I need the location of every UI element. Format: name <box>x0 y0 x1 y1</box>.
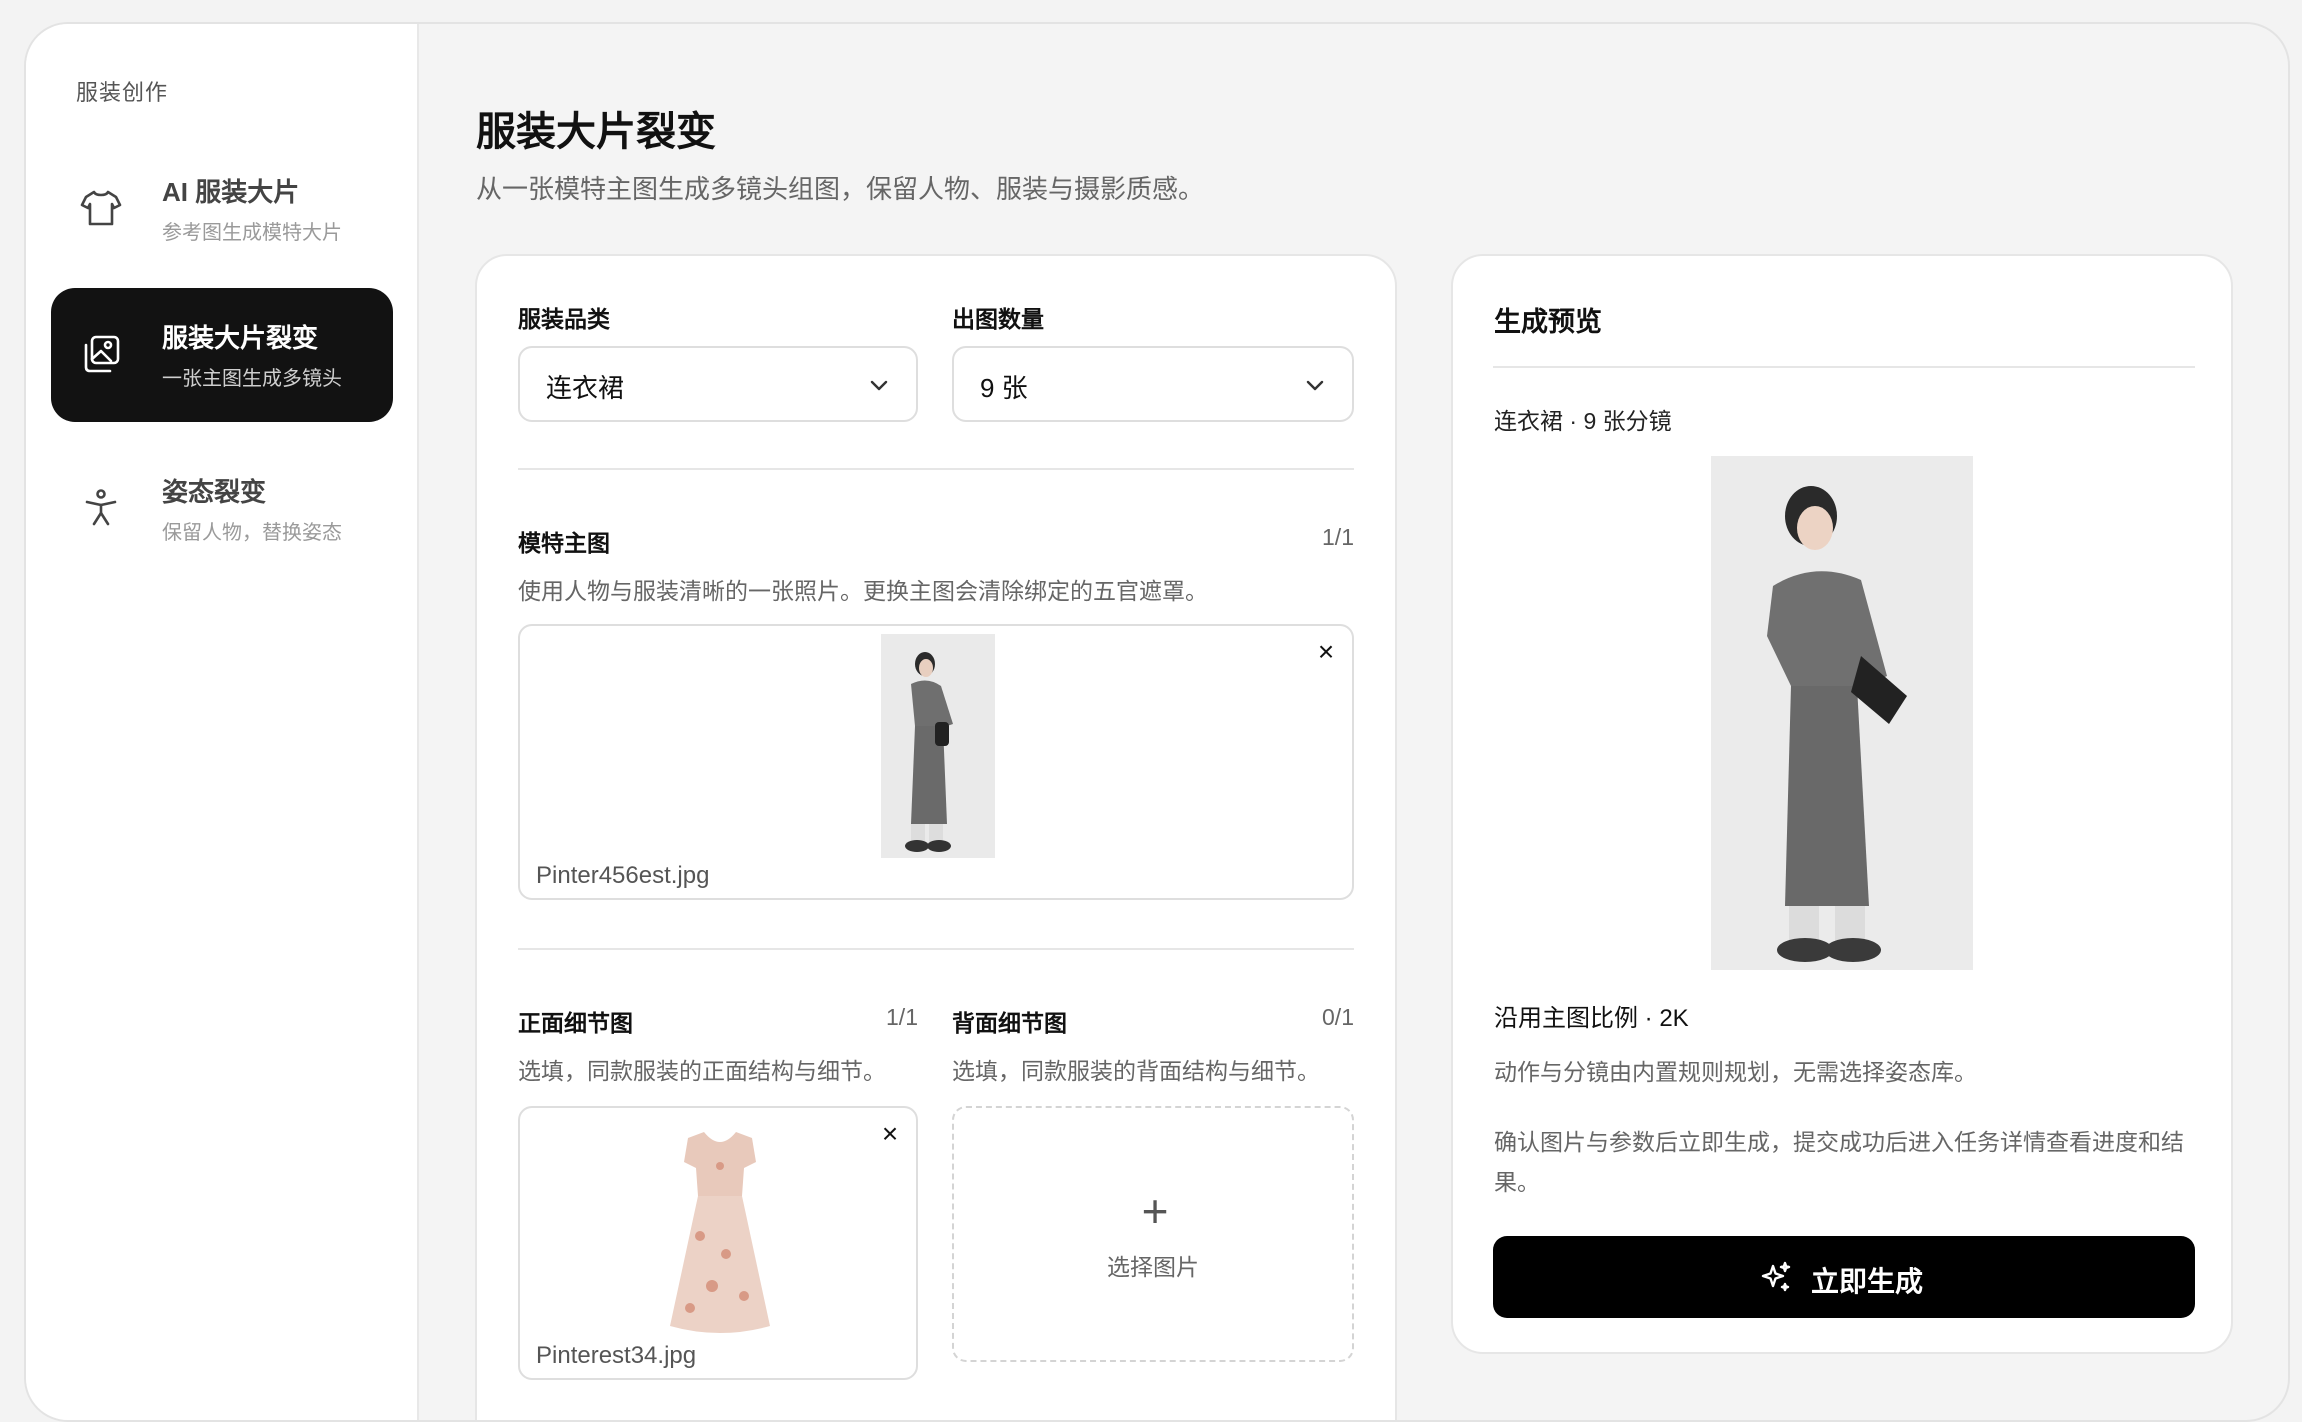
generate-label: 立即生成 <box>1811 1266 1924 1297</box>
sidebar-item-title: 姿态裂变 <box>162 477 267 507</box>
chevron-down-icon <box>1304 374 1326 396</box>
divider <box>518 468 1354 470</box>
sidebar-item-subtitle: 保留人物，替换姿态 <box>162 522 342 544</box>
category-select[interactable]: 连衣裙 <box>518 346 918 422</box>
front-detail-label: 正面细节图 <box>518 1010 633 1036</box>
main-image-upload[interactable]: × Pinter456est.jpg <box>518 624 1354 900</box>
main-image-file-name: Pinter456est.jpg <box>536 862 710 889</box>
settings-card: 服装品类 连衣裙 出图数量 9 张 模特主图 1/1 使用人物与服装清晰的一张照… <box>475 254 1397 1420</box>
preview-image <box>1711 456 1973 970</box>
preview-summary: 连衣裙 · 9 张分镜 <box>1494 408 1672 434</box>
sidebar-item-title: AI 服装大片 <box>162 177 300 207</box>
front-detail-file-name: Pinterest34.jpg <box>536 1342 697 1369</box>
person-icon <box>77 484 125 532</box>
model-photo-thumbnail <box>881 634 995 858</box>
quantity-select[interactable]: 9 张 <box>952 346 1354 422</box>
front-detail-hint: 选填，同款服装的正面结构与细节。 <box>518 1058 886 1084</box>
main-image-hint: 使用人物与服装清晰的一张照片。更换主图会清除绑定的五官遮罩。 <box>518 578 1208 604</box>
back-detail-hint: 选填，同款服装的背面结构与细节。 <box>952 1058 1320 1084</box>
back-detail-label: 背面细节图 <box>952 1010 1067 1036</box>
sidebar-item-subtitle: 一张主图生成多镜头 <box>162 368 342 390</box>
sidebar-section-title: 服装创作 <box>76 80 169 105</box>
generate-button[interactable]: 立即生成 <box>1493 1236 2195 1318</box>
sidebar-item-pose-fission[interactable]: 姿态裂变 保留人物，替换姿态 <box>51 442 393 576</box>
sidebar-item-ai-fashion[interactable]: AI 服装大片 参考图生成模特大片 <box>51 142 393 276</box>
dress-photo-thumbnail <box>660 1126 780 1340</box>
page-title: 服装大片裂变 <box>476 110 716 154</box>
tshirt-icon <box>77 184 125 232</box>
preview-note-submit: 确认图片与参数后立即生成，提交成功后进入任务详情查看进度和结果。 <box>1494 1129 2184 1195</box>
select-image-label: 选择图片 <box>1107 1254 1199 1280</box>
category-label: 服装品类 <box>518 306 610 332</box>
sparkle-icon <box>1759 1260 1793 1294</box>
chevron-down-icon <box>868 374 890 396</box>
back-detail-count: 0/1 <box>1322 1004 1354 1030</box>
quantity-value: 9 张 <box>980 373 1028 403</box>
preview-title: 生成预览 <box>1494 307 1602 337</box>
plus-icon: + <box>1141 1185 1169 1237</box>
main-image-count: 1/1 <box>1322 524 1354 550</box>
front-detail-count: 1/1 <box>886 1004 918 1030</box>
front-detail-upload[interactable]: × Pinterest34.jpg <box>518 1106 918 1380</box>
preview-card: 生成预览 连衣裙 · 9 张分镜 沿用主图比例 · 2K 动作与分镜由内置规则规… <box>1451 254 2233 1354</box>
divider <box>518 948 1354 950</box>
gallery-icon <box>77 330 125 378</box>
preview-note-rules: 动作与分镜由内置规则规划，无需选择姿态库。 <box>1494 1059 1977 1085</box>
sidebar-item-title: 服装大片裂变 <box>162 323 319 353</box>
divider <box>1493 366 2195 368</box>
sidebar: 服装创作 AI 服装大片 参考图生成模特大片 服装大片裂变 一张主图生成多镜头 <box>26 24 419 1420</box>
back-detail-upload[interactable]: + 选择图片 <box>952 1106 1354 1362</box>
quantity-label: 出图数量 <box>952 306 1044 332</box>
sidebar-item-subtitle: 参考图生成模特大片 <box>162 222 342 244</box>
main-content: 服装大片裂变 从一张模特主图生成多镜头组图，保留人物、服装与摄影质感。 服装品类… <box>419 24 2288 1420</box>
remove-main-image-button[interactable]: × <box>1314 638 1338 666</box>
app-window: 服装创作 AI 服装大片 参考图生成模特大片 服装大片裂变 一张主图生成多镜头 <box>24 22 2290 1422</box>
sidebar-item-fashion-fission[interactable]: 服装大片裂变 一张主图生成多镜头 <box>51 288 393 422</box>
page-subtitle: 从一张模特主图生成多镜头组图，保留人物、服装与摄影质感。 <box>476 174 1205 204</box>
main-image-label: 模特主图 <box>518 530 610 556</box>
category-value: 连衣裙 <box>546 373 625 403</box>
remove-front-detail-button[interactable]: × <box>878 1120 902 1148</box>
preview-ratio: 沿用主图比例 · 2K <box>1494 1005 1689 1032</box>
